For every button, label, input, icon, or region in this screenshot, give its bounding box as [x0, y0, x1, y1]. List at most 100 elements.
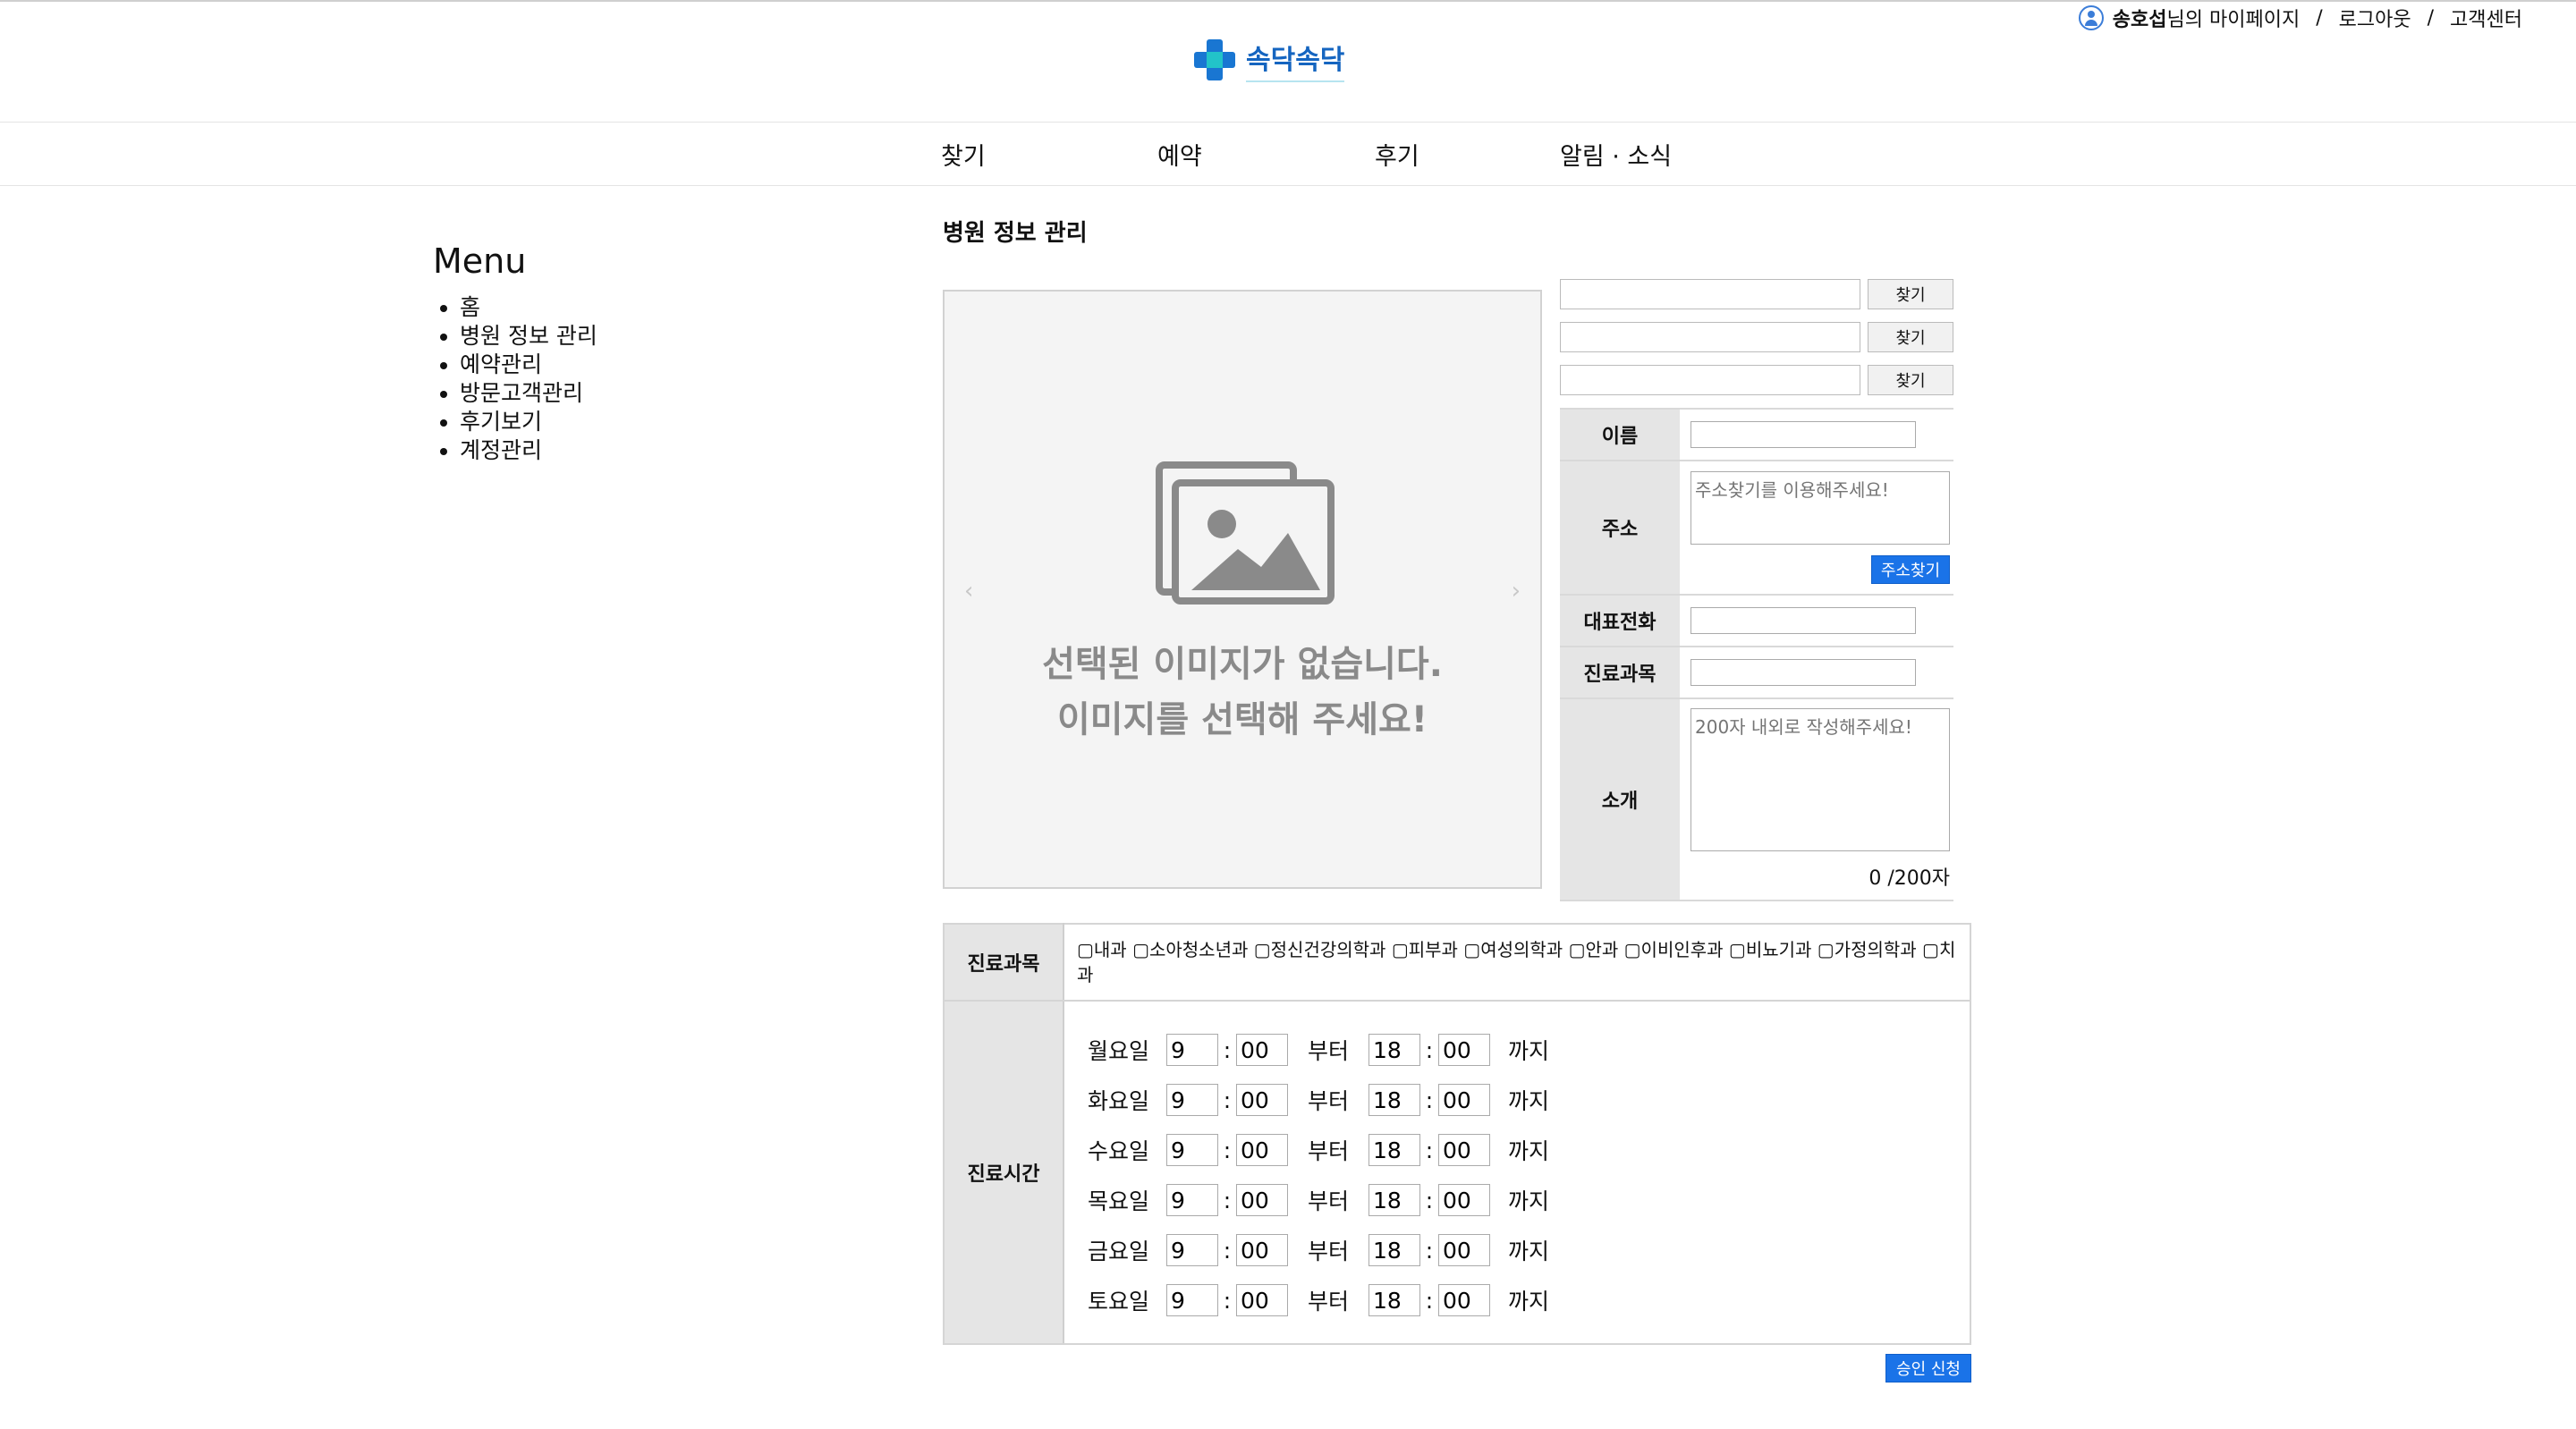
sidebar-item-home[interactable]: 홈 [460, 293, 597, 322]
end-hour-input[interactable] [1368, 1284, 1421, 1316]
separator: / [2316, 6, 2323, 30]
until-label: 까지 [1508, 1239, 1550, 1264]
until-label: 까지 [1508, 1038, 1550, 1064]
file-path-input[interactable] [1560, 322, 1860, 352]
start-minute-input[interactable] [1236, 1034, 1288, 1066]
intro-textarea[interactable] [1690, 708, 1950, 851]
end-hour-input[interactable] [1368, 1034, 1421, 1066]
address-search-button[interactable]: 주소찾기 [1871, 555, 1950, 584]
dept-checkbox[interactable]: ▢정신건강의학과 [1254, 939, 1386, 960]
sidebar-title: Menu [433, 241, 527, 281]
sidebar-menu: 홈 병원 정보 관리 예약관리 방문고객관리 후기보기 계정관리 [433, 293, 597, 465]
name-input[interactable] [1690, 421, 1916, 448]
from-label: 부터 [1308, 1188, 1350, 1214]
dept-checkbox[interactable]: ▢안과 [1569, 939, 1619, 960]
hour-row-thu: 목요일 : 부터 : 까지 [1088, 1175, 1970, 1225]
start-minute-input[interactable] [1236, 1084, 1288, 1116]
name-label: 이름 [1560, 408, 1680, 461]
nav-item-news[interactable]: 알림 · 소식 [1560, 137, 1672, 172]
nav-item-reservation[interactable]: 예약 [1157, 137, 1202, 172]
from-label: 부터 [1308, 1239, 1350, 1264]
start-hour-input[interactable] [1166, 1234, 1218, 1266]
file-path-input[interactable] [1560, 279, 1860, 309]
dept-checkbox[interactable]: ▢소아청소년과 [1132, 939, 1248, 960]
nav-item-find[interactable]: 찾기 [941, 137, 986, 172]
schedule-hours-label: 진료시간 [943, 1000, 1064, 1345]
dept-checkbox[interactable]: ▢내과 [1077, 939, 1127, 960]
find-file-button[interactable]: 찾기 [1868, 322, 1953, 352]
page: 송호섭님의 마이페이지 / 로그아웃 / 고객센터 속닥속닥 찾기 예약 후기 … [0, 0, 2576, 1429]
end-hour-input[interactable] [1368, 1184, 1421, 1216]
mypage-link[interactable]: 송호섭님의 마이페이지 [2113, 4, 2300, 32]
until-label: 까지 [1508, 1088, 1550, 1114]
dept-checkbox[interactable]: ▢여성의학과 [1463, 939, 1563, 960]
hospital-info-form: 이름 주소 주소찾기 대표전화 진료과목 소개 0 /200자 [1560, 408, 1953, 901]
hour-row-fri: 금요일 : 부터 : 까지 [1088, 1225, 1970, 1275]
schedule-table: 진료과목 ▢내과 ▢소아청소년과 ▢정신건강의학과 ▢피부과 ▢여성의학과 ▢안… [943, 923, 1971, 1345]
department-input[interactable] [1690, 659, 1916, 686]
sidebar-item-hospital-info[interactable]: 병원 정보 관리 [460, 322, 597, 351]
slider-prev-icon[interactable]: ‹ [964, 578, 973, 605]
slider-next-icon[interactable]: › [1512, 578, 1521, 605]
logo-text: 속닥속닥 [1246, 38, 1345, 82]
dept-checkbox[interactable]: ▢비뇨기과 [1729, 939, 1812, 960]
dept-checkbox[interactable]: ▢가정의학과 [1818, 939, 1917, 960]
from-label: 부터 [1308, 1138, 1350, 1164]
end-minute-input[interactable] [1438, 1084, 1491, 1116]
end-hour-input[interactable] [1368, 1134, 1421, 1166]
support-link[interactable]: 고객센터 [2450, 4, 2522, 32]
image-slider: ‹ › 선택된 이미지가 없습니다. 이미지를 선택해 주세요! [943, 290, 1542, 889]
from-label: 부터 [1308, 1038, 1350, 1064]
medical-cross-icon [1192, 38, 1237, 82]
sidebar-item-reviews[interactable]: 후기보기 [460, 408, 597, 436]
end-minute-input[interactable] [1438, 1134, 1491, 1166]
start-minute-input[interactable] [1236, 1284, 1288, 1316]
image-placeholder-icon [1156, 461, 1335, 605]
department-checkbox-list: ▢내과 ▢소아청소년과 ▢정신건강의학과 ▢피부과 ▢여성의학과 ▢안과 ▢이비… [1063, 923, 1971, 1002]
hour-row-mon: 월요일 : 부터 : 까지 [1088, 1025, 1970, 1075]
char-counter: 0 /200자 [1868, 867, 1950, 890]
mypage-label: 님의 마이페이지 [2166, 9, 2301, 31]
end-hour-input[interactable] [1368, 1234, 1421, 1266]
day-label: 목요일 [1088, 1188, 1150, 1214]
user-name: 송호섭 [2112, 9, 2167, 31]
dept-checkbox[interactable]: ▢피부과 [1392, 939, 1458, 960]
main-nav: 찾기 예약 후기 알림 · 소식 [0, 122, 2576, 186]
end-minute-input[interactable] [1438, 1234, 1491, 1266]
end-hour-input[interactable] [1368, 1084, 1421, 1116]
sidebar-item-reservations[interactable]: 예약관리 [460, 351, 597, 379]
file-path-input[interactable] [1560, 365, 1860, 395]
sidebar-item-visitors[interactable]: 방문고객관리 [460, 379, 597, 408]
start-hour-input[interactable] [1166, 1084, 1218, 1116]
intro-label: 소개 [1560, 698, 1680, 901]
day-label: 월요일 [1088, 1038, 1150, 1064]
page-title: 병원 정보 관리 [943, 220, 1088, 247]
start-minute-input[interactable] [1236, 1134, 1288, 1166]
start-hour-input[interactable] [1166, 1184, 1218, 1216]
end-minute-input[interactable] [1438, 1284, 1491, 1316]
dept-checkbox[interactable]: ▢이비인후과 [1624, 939, 1724, 960]
end-minute-input[interactable] [1438, 1034, 1491, 1066]
phone-input[interactable] [1690, 607, 1916, 634]
submit-approval-button[interactable]: 승인 신청 [1885, 1354, 1971, 1382]
site-logo[interactable]: 속닥속닥 [1192, 38, 1345, 82]
address-textarea[interactable] [1690, 471, 1950, 545]
logout-link[interactable]: 로그아웃 [2339, 4, 2411, 32]
start-minute-input[interactable] [1236, 1234, 1288, 1266]
nav-item-review[interactable]: 후기 [1375, 137, 1419, 172]
start-hour-input[interactable] [1166, 1284, 1218, 1316]
start-hour-input[interactable] [1166, 1134, 1218, 1166]
start-minute-input[interactable] [1236, 1184, 1288, 1216]
file-finder-row: 찾기 [1560, 279, 1953, 309]
from-label: 부터 [1308, 1289, 1350, 1315]
find-file-button[interactable]: 찾기 [1868, 279, 1953, 309]
top-utility-bar: 송호섭님의 마이페이지 / 로그아웃 / 고객센터 [2078, 4, 2522, 32]
until-label: 까지 [1508, 1188, 1550, 1214]
end-minute-input[interactable] [1438, 1184, 1491, 1216]
address-label: 주소 [1560, 461, 1680, 596]
day-label: 토요일 [1088, 1289, 1150, 1315]
find-file-button[interactable]: 찾기 [1868, 365, 1953, 395]
day-label: 수요일 [1088, 1138, 1150, 1164]
sidebar-item-account[interactable]: 계정관리 [460, 436, 597, 465]
start-hour-input[interactable] [1166, 1034, 1218, 1066]
